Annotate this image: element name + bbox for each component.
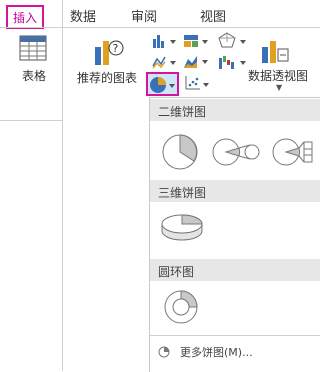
area-chart-icon [184,56,208,68]
pie-small-icon [158,346,170,358]
section-3d-pie: 三维饼图 [150,180,320,202]
more-divider [150,335,320,336]
recommended-charts-button[interactable]: ? [92,35,124,67]
pie-chart-flyout: 二维饼图 三维饼图 圆环图 更多饼图(M)... [149,97,320,372]
bar-of-pie-option[interactable] [270,134,316,174]
pie-3d-option[interactable] [159,210,205,248]
pie-chart-button[interactable] [146,72,179,96]
waterfall-chart-button[interactable] [218,54,248,74]
pie-2d-option[interactable] [160,132,200,176]
left-panel-divider [0,120,62,121]
pie-of-pie-option[interactable] [210,134,260,174]
tab-data[interactable]: 数据 [70,6,96,25]
svg-text:?: ? [113,42,119,55]
radar-chart-icon [218,32,246,48]
scatter-chart-icon [185,76,209,90]
radar-chart-button[interactable] [218,32,248,54]
donut-icon [164,290,198,324]
group-divider [62,0,63,371]
donut-option[interactable] [162,288,200,330]
line-chart-icon [152,56,176,69]
section-2d-pie-label: 二维饼图 [158,105,207,119]
line-chart-button[interactable] [152,54,178,74]
table-icon [19,35,47,61]
more-pie-charts-item[interactable]: 更多饼图(M)... [158,344,253,360]
column-chart-icon [153,35,176,48]
scatter-chart-button[interactable] [184,74,212,96]
section-2d-pie: 二维饼图 [150,99,320,121]
recommended-charts-icon: ? [95,40,124,65]
pivot-chart-label: 数据透视图 [248,69,309,83]
recommended-charts-label: 推荐的图表 [77,71,138,85]
more-pie-charts-label: 更多饼图(M)... [180,346,253,359]
column-chart-button[interactable] [152,33,178,53]
area-chart-button[interactable] [183,53,211,73]
pie-2d-icon [162,134,198,170]
section-donut: 圆环图 [150,259,320,281]
section-donut-label: 圆环图 [158,265,195,279]
section-3d-pie-label: 三维饼图 [158,186,207,200]
waterfall-chart-icon [219,56,246,69]
tab-view[interactable]: 视图 [200,6,226,25]
bar-of-pie-icon [272,138,313,166]
pivot-chart-button[interactable] [258,35,292,65]
pivot-chart-dropdown-icon[interactable]: ▼ [276,83,282,92]
table-button[interactable] [18,34,48,62]
tab-insert[interactable]: 插入 [6,5,45,29]
hierarchy-chart-icon [184,35,208,47]
pie-of-pie-icon [212,138,260,166]
pie-chart-icon [150,77,175,93]
table-label: 表格 [22,69,47,83]
pivot-chart-icon [262,41,289,63]
pie-3d-icon [161,214,203,241]
tab-review[interactable]: 审阅 [131,6,157,25]
tab-row-divider [0,27,320,28]
hierarchy-chart-button[interactable] [183,33,211,53]
